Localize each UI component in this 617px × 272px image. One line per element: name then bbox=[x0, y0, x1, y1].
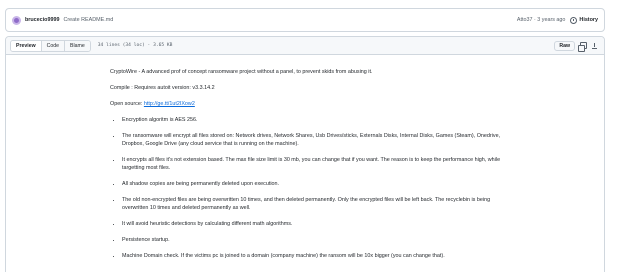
download-icon[interactable] bbox=[592, 42, 598, 49]
list-item: It encrypts all files it's not extension… bbox=[122, 156, 510, 172]
file-actions: Raw bbox=[554, 40, 598, 52]
history-icon bbox=[570, 16, 578, 24]
list-item: It will avoid heuristic detections by ca… bbox=[122, 220, 510, 228]
list-item: Machine Domain check. If the victims pc … bbox=[122, 252, 510, 260]
file-header: Preview Code Blame 34 lines (34 loc) · 3… bbox=[6, 37, 604, 55]
readme-compile: Compile : Requires autoit version: v3.3.… bbox=[110, 85, 215, 91]
commit-message[interactable]: Create README.md bbox=[63, 17, 113, 23]
commit-hash-time[interactable]: Atto37 · 3 years ago bbox=[517, 17, 566, 23]
view-mode-tabs: Preview Code Blame bbox=[10, 39, 91, 52]
tab-blame[interactable]: Blame bbox=[65, 40, 90, 51]
copy-icon[interactable] bbox=[578, 42, 587, 52]
tab-code[interactable]: Code bbox=[41, 40, 66, 51]
tab-preview[interactable]: Preview bbox=[11, 40, 42, 51]
readme-open-source: Open source: http://ge.tt/1ut2IXow2 bbox=[110, 100, 510, 108]
history-label: History bbox=[579, 17, 598, 23]
open-source-link[interactable]: http://ge.tt/1ut2IXow2 bbox=[144, 101, 195, 107]
readme-intro: CryptoWire - A advanced prof of concept … bbox=[110, 69, 373, 75]
file-info: 34 lines (34 loc) · 3.65 KB bbox=[97, 43, 173, 48]
github-file-page: brucecio9999 Create README.md Atto37 · 3… bbox=[0, 0, 617, 272]
readme-content: CryptoWire - A advanced prof of concept … bbox=[110, 68, 510, 268]
list-item: All shadow copies are being permanently … bbox=[122, 180, 510, 188]
commit-author[interactable]: brucecio9999 bbox=[25, 17, 59, 23]
latest-commit-bar: brucecio9999 Create README.md Atto37 · 3… bbox=[5, 8, 605, 32]
feature-list: Encryption algoritm is AES 256. The rans… bbox=[110, 116, 510, 260]
raw-button[interactable]: Raw bbox=[554, 40, 575, 51]
commit-meta: Atto37 · 3 years ago History bbox=[517, 16, 604, 24]
open-source-label: Open source: bbox=[110, 101, 144, 107]
list-item: Encryption algoritm is AES 256. bbox=[122, 116, 510, 124]
history-button[interactable]: History bbox=[570, 16, 598, 24]
list-item: The old non-encrypted files are being ov… bbox=[122, 196, 510, 212]
list-item: Persistence startup. bbox=[122, 236, 510, 244]
list-item: The ransomware will encrypt all files st… bbox=[122, 132, 510, 148]
avatar[interactable] bbox=[12, 15, 21, 25]
file-viewer: Preview Code Blame 34 lines (34 loc) · 3… bbox=[5, 36, 605, 272]
